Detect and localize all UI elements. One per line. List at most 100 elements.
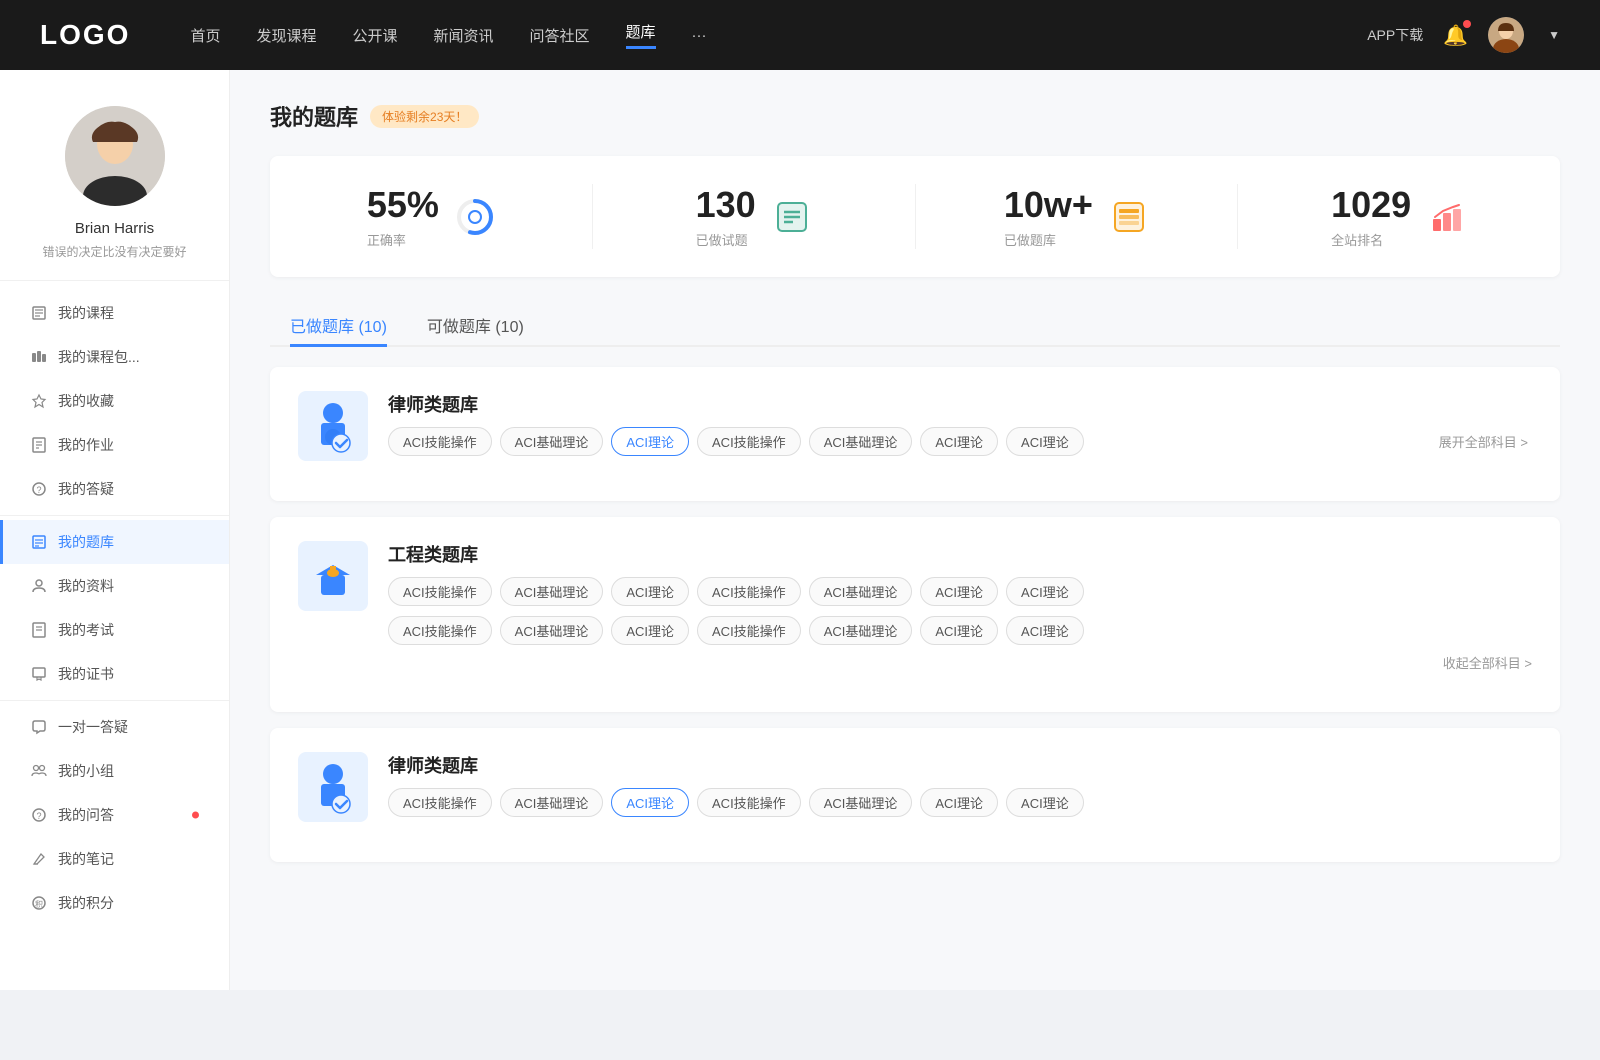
- menu-item-my-qa[interactable]: ? 我的问答: [0, 793, 229, 837]
- nav-news[interactable]: 新闻资讯: [434, 25, 494, 46]
- notes-icon: [30, 850, 48, 868]
- menu-label: 我的考试: [58, 620, 114, 640]
- menu-item-exam[interactable]: 我的考试: [0, 608, 229, 652]
- svg-text:积: 积: [35, 899, 43, 909]
- nav-open-course[interactable]: 公开课: [352, 25, 397, 46]
- menu-item-group[interactable]: 我的小组: [0, 749, 229, 793]
- user-menu-chevron[interactable]: ▼: [1548, 28, 1560, 42]
- tag-2b-3[interactable]: ACI技能操作: [697, 616, 801, 645]
- tag-3-1[interactable]: ACI基础理论: [500, 788, 604, 817]
- menu-label: 我的证书: [58, 664, 114, 684]
- stat-accuracy-label: 正确率: [367, 230, 439, 249]
- done-questions-icon: [772, 197, 812, 237]
- menu-item-questions[interactable]: ? 我的答疑: [0, 467, 229, 511]
- nav-home[interactable]: 首页: [190, 25, 220, 46]
- bank-title-3: 律师类题库: [388, 752, 1532, 778]
- tag-1-1[interactable]: ACI基础理论: [500, 427, 604, 456]
- tag-2b-5[interactable]: ACI理论: [920, 616, 998, 645]
- logo[interactable]: LOGO: [40, 19, 130, 51]
- menu-label: 我的小组: [58, 761, 114, 781]
- tag-2-2[interactable]: ACI理论: [611, 577, 689, 606]
- tag-2b-2[interactable]: ACI理论: [611, 616, 689, 645]
- tag-2-0[interactable]: ACI技能操作: [388, 577, 492, 606]
- tag-1-6[interactable]: ACI理论: [1006, 427, 1084, 456]
- course-pack-icon: [30, 348, 48, 366]
- tag-1-5[interactable]: ACI理论: [920, 427, 998, 456]
- lawyer-bank-icon-2: [298, 752, 368, 822]
- menu-item-certificate[interactable]: 我的证书: [0, 652, 229, 696]
- stat-done-questions: 130 已做试题: [593, 184, 916, 249]
- group-icon: [30, 762, 48, 780]
- page-title-row: 我的题库 体验剩余23天！: [270, 100, 1560, 132]
- tag-3-5[interactable]: ACI理论: [920, 788, 998, 817]
- nav-bank[interactable]: 题库: [626, 21, 656, 49]
- tab-available-banks[interactable]: 可做题库 (10): [407, 305, 544, 345]
- menu-item-favorites[interactable]: 我的收藏: [0, 379, 229, 423]
- collapse-link[interactable]: 收起全部科目 >: [388, 653, 1532, 672]
- expand-link-1[interactable]: 展开全部科目 >: [1439, 432, 1532, 451]
- tag-3-2[interactable]: ACI理论: [611, 788, 689, 817]
- menu-item-bank[interactable]: 我的题库: [0, 520, 229, 564]
- user-avatar-nav[interactable]: [1488, 17, 1524, 53]
- questions-icon: ?: [30, 480, 48, 498]
- notification-bell[interactable]: 🔔: [1443, 23, 1468, 48]
- menu-item-course-pack[interactable]: 我的课程包...: [0, 335, 229, 379]
- bank-card-lawyer-1: 律师类题库 ACI技能操作 ACI基础理论 ACI理论 ACI技能操作 ACI基…: [270, 367, 1560, 501]
- profile-motto: 错误的决定比没有决定要好: [42, 243, 186, 260]
- tag-2-5[interactable]: ACI理论: [920, 577, 998, 606]
- tag-3-3[interactable]: ACI技能操作: [697, 788, 801, 817]
- tag-2b-4[interactable]: ACI基础理论: [809, 616, 913, 645]
- stat-ranking-label: 全站排名: [1331, 230, 1411, 249]
- menu-item-profile[interactable]: 我的资料: [0, 564, 229, 608]
- navbar-nav: 首页 发现课程 公开课 新闻资讯 问答社区 题库 ···: [190, 21, 1367, 49]
- main-layout: Brian Harris 错误的决定比没有决定要好 我的课程 我的课程包...: [0, 70, 1600, 990]
- bank-card-lawyer-2: 律师类题库 ACI技能操作 ACI基础理论 ACI理论 ACI技能操作 ACI基…: [270, 728, 1560, 862]
- tags-row-3: ACI技能操作 ACI基础理论 ACI理论 ACI技能操作 ACI基础理论 AC…: [388, 788, 1532, 817]
- stat-done-banks: 10w+ 已做题库: [916, 184, 1239, 249]
- tag-1-3[interactable]: ACI技能操作: [697, 427, 801, 456]
- nav-discover[interactable]: 发现课程: [256, 25, 316, 46]
- tag-2b-1[interactable]: ACI基础理论: [500, 616, 604, 645]
- tag-3-0[interactable]: ACI技能操作: [388, 788, 492, 817]
- notification-dot: [1463, 20, 1471, 28]
- tag-1-2[interactable]: ACI理论: [611, 427, 689, 456]
- tag-2-4[interactable]: ACI基础理论: [809, 577, 913, 606]
- tag-2b-6[interactable]: ACI理论: [1006, 616, 1084, 645]
- tag-3-6[interactable]: ACI理论: [1006, 788, 1084, 817]
- menu-item-points[interactable]: 积 我的积分: [0, 881, 229, 925]
- tags-row-2: ACI技能操作 ACI基础理论 ACI理论 ACI技能操作 ACI基础理论 AC…: [388, 577, 1532, 606]
- tag-3-4[interactable]: ACI基础理论: [809, 788, 913, 817]
- tag-2-3[interactable]: ACI技能操作: [697, 577, 801, 606]
- menu-label: 我的作业: [58, 435, 114, 455]
- menu-item-course[interactable]: 我的课程: [0, 291, 229, 335]
- favorites-icon: [30, 392, 48, 410]
- menu-item-tutor[interactable]: 一对一答疑: [0, 705, 229, 749]
- menu-label: 我的积分: [58, 893, 114, 913]
- tab-done-banks[interactable]: 已做题库 (10): [270, 305, 407, 345]
- tabs-row: 已做题库 (10) 可做题库 (10): [270, 305, 1560, 347]
- menu-label: 一对一答疑: [58, 717, 128, 737]
- menu-label: 我的笔记: [58, 849, 114, 869]
- nav-qa[interactable]: 问答社区: [530, 25, 590, 46]
- svg-text:?: ?: [36, 485, 41, 495]
- tag-2-1[interactable]: ACI基础理论: [500, 577, 604, 606]
- bank-card-header-3: 律师类题库 ACI技能操作 ACI基础理论 ACI理论 ACI技能操作 ACI基…: [298, 752, 1532, 822]
- tag-1-4[interactable]: ACI基础理论: [809, 427, 913, 456]
- lawyer-bank-icon: [298, 391, 368, 461]
- bank-title-1: 律师类题库: [388, 391, 1532, 417]
- nav-more[interactable]: ···: [692, 27, 707, 44]
- menu-item-notes[interactable]: 我的笔记: [0, 837, 229, 881]
- app-download-label[interactable]: APP下载: [1367, 25, 1423, 45]
- course-icon: [30, 304, 48, 322]
- tag-1-0[interactable]: ACI技能操作: [388, 427, 492, 456]
- tutor-icon: [30, 718, 48, 736]
- menu-label: 我的题库: [58, 532, 114, 552]
- tag-2b-0[interactable]: ACI技能操作: [388, 616, 492, 645]
- bank-card-header-2: 工程类题库 ACI技能操作 ACI基础理论 ACI理论 ACI技能操作 ACI基…: [298, 541, 1532, 672]
- tags-row-2-b: ACI技能操作 ACI基础理论 ACI理论 ACI技能操作 ACI基础理论 AC…: [388, 616, 1532, 645]
- menu-item-homework[interactable]: 我的作业: [0, 423, 229, 467]
- menu-label: 我的课程包...: [58, 347, 140, 367]
- bank-card-content: 律师类题库 ACI技能操作 ACI基础理论 ACI理论 ACI技能操作 ACI基…: [388, 391, 1532, 456]
- tag-2-6[interactable]: ACI理论: [1006, 577, 1084, 606]
- certificate-icon: [30, 665, 48, 683]
